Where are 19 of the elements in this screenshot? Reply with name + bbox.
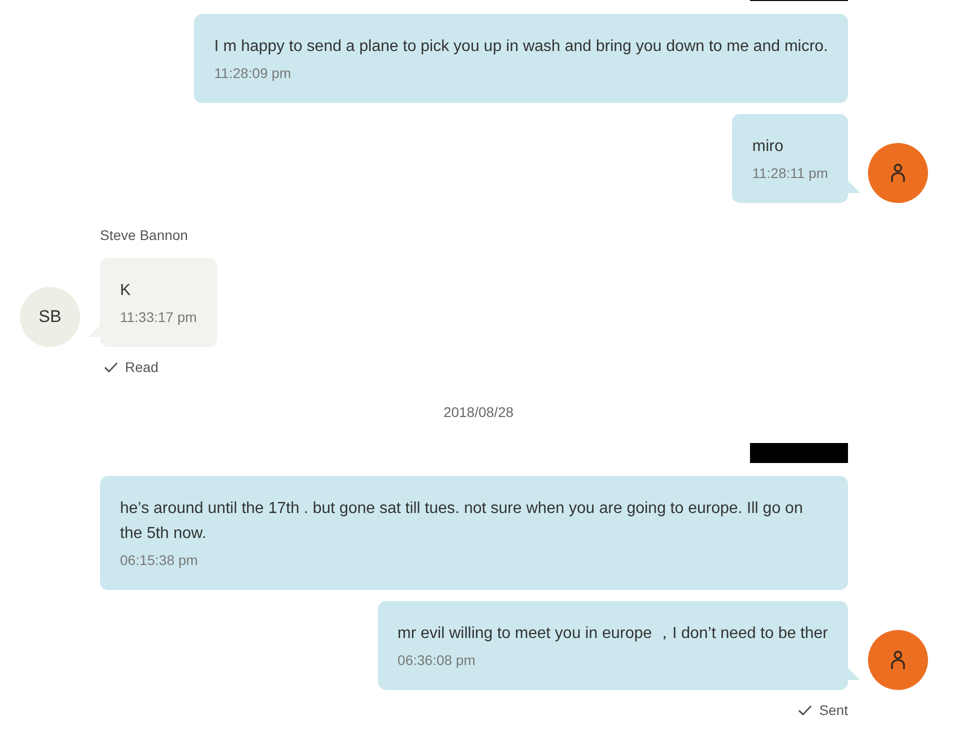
message-time: 11:28:09 pm: [214, 64, 292, 83]
date-separator: 2018/08/28: [442, 403, 515, 422]
sender-name: Steve Bannon: [100, 226, 189, 245]
message-time: 11:33:17 pm: [120, 308, 197, 327]
message-text: K: [120, 281, 132, 301]
message-status: Read: [125, 358, 158, 377]
person-icon: [890, 163, 906, 183]
message-text: miro: [752, 137, 784, 157]
message-time: 11:28:11 pm: [752, 164, 828, 183]
message-time: 06:15:38 pm: [120, 551, 199, 570]
check-icon: [104, 362, 118, 373]
message-text: he’s around until the 17th . but gone sat till tues. not sure when you are going to europe. Ill go on the 5th now.: [120, 499, 804, 544]
message-text: I m happy to send a plane to pick you up in wash and bring you down to me and micro.: [214, 37, 828, 57]
message-text: mr evil willing to meet you in europe ，I don’t need to be ther: [398, 624, 828, 644]
avatar: SB: [20, 287, 80, 347]
message-time: 06:36:08 pm: [398, 651, 476, 670]
check-icon: [798, 705, 812, 716]
message-status: Sent: [819, 701, 848, 720]
person-icon: [890, 650, 906, 670]
